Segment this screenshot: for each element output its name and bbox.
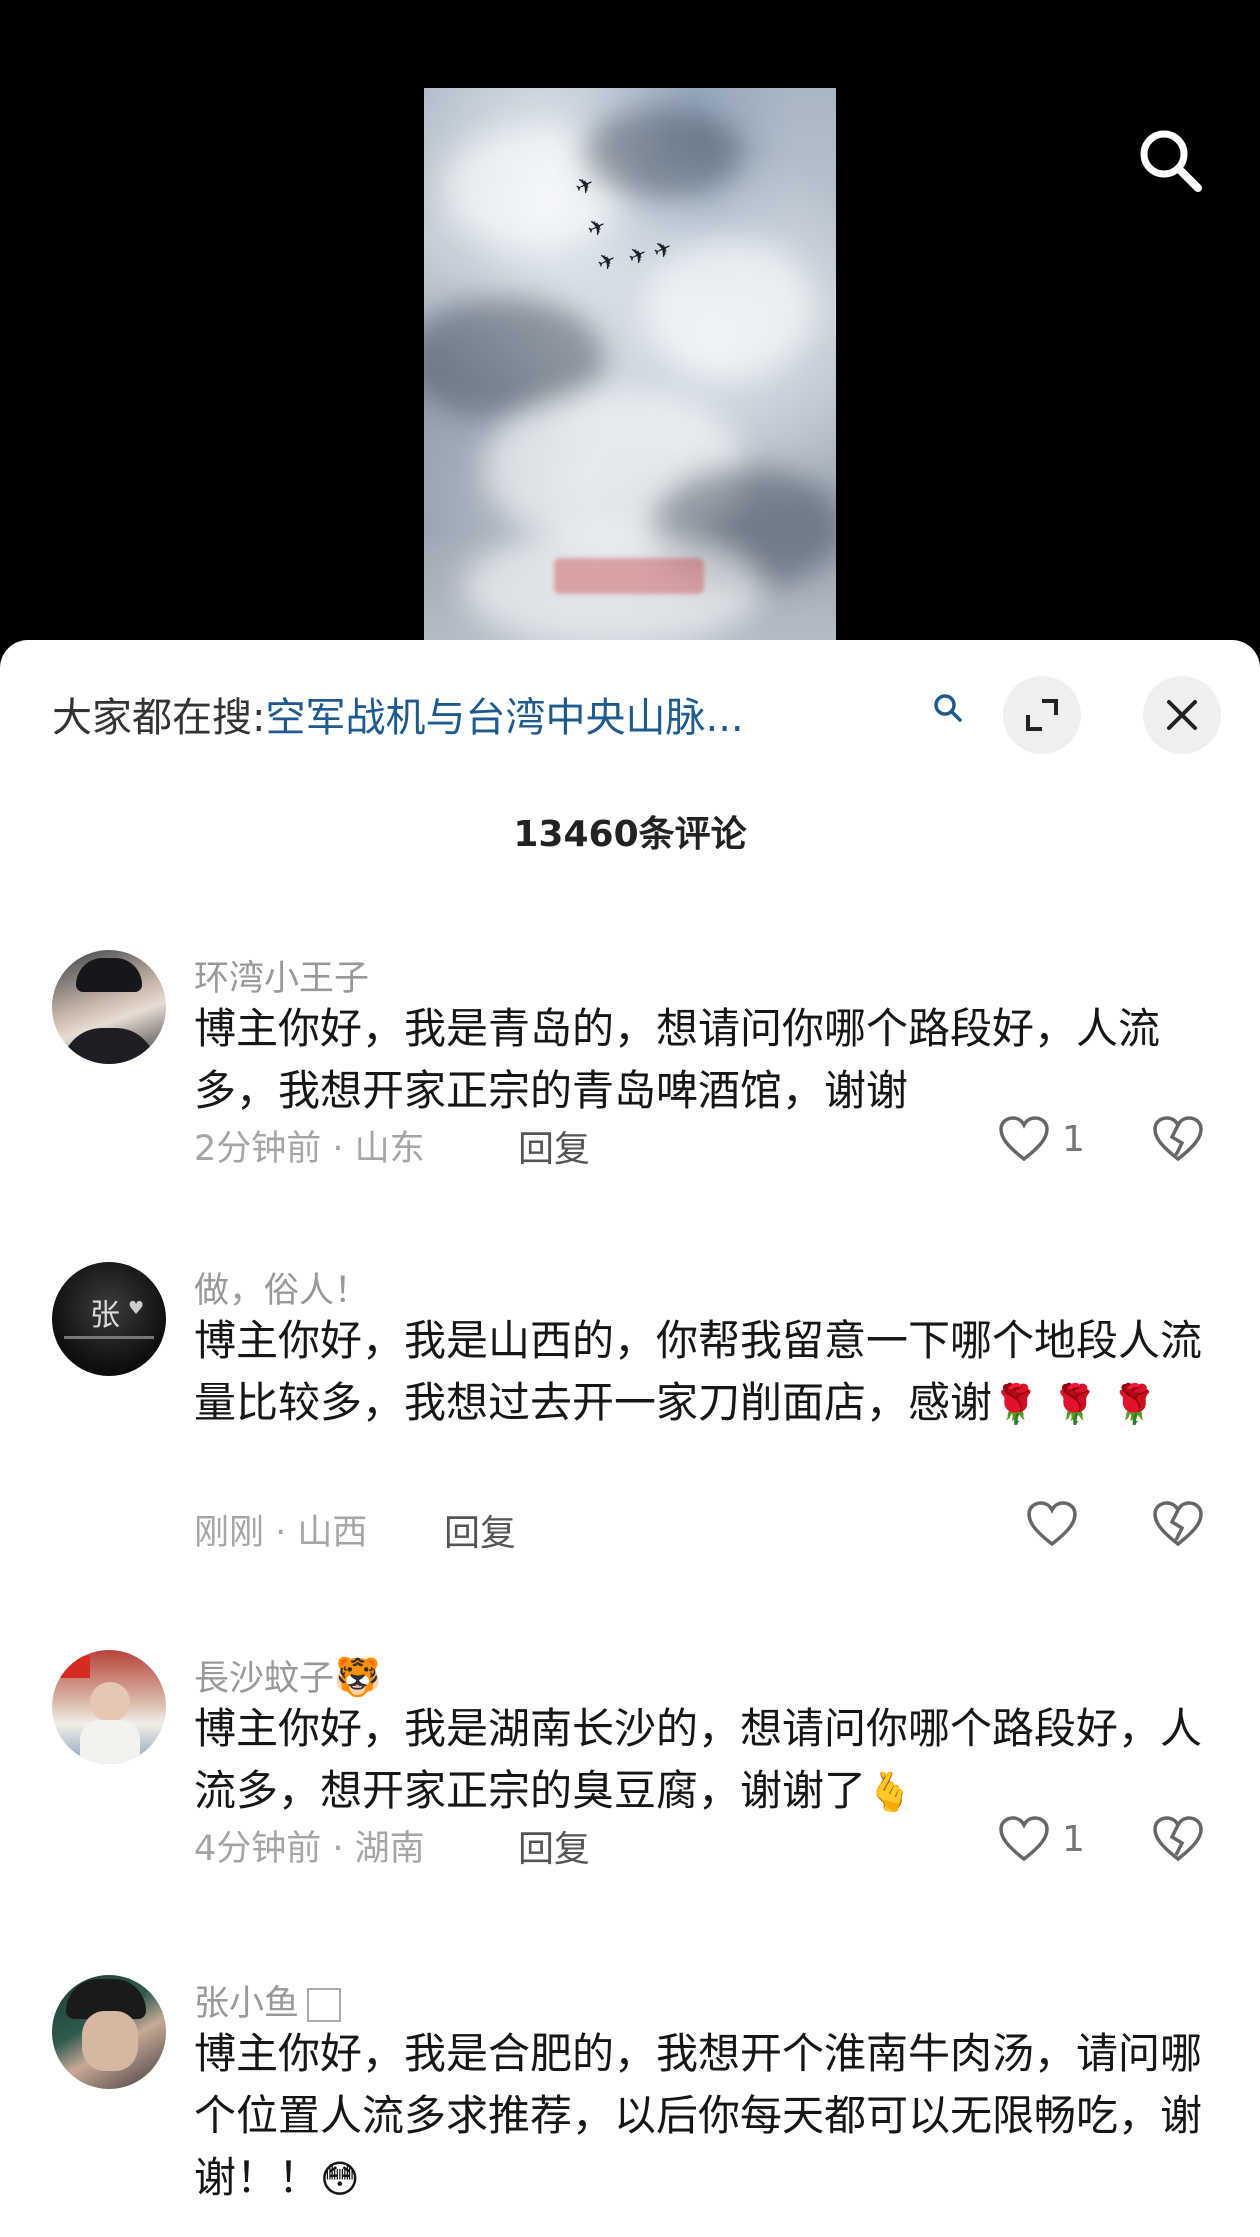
like-button[interactable]: 1 xyxy=(998,1115,1085,1163)
comment-text: 博主你好，我是青岛的，想请问你哪个路段好，人流多，我想开家正宗的青岛啤酒馆，谢谢 xyxy=(194,1004,1161,1115)
video-watermark xyxy=(554,558,704,594)
like-count: 1 xyxy=(1062,1118,1085,1160)
like-count: 1 xyxy=(1062,1818,1085,1860)
comment-text: 博主你好，我是湖南长沙的，想请问你哪个路段好，人流多，想开家正宗的臭豆腐，谢谢了… xyxy=(194,1704,1203,1815)
reply-button[interactable]: 回复 xyxy=(518,1120,590,1172)
expand-icon xyxy=(1026,699,1058,731)
comment-panel: 大家都在搜: 空军战机与台湾中央山脉... 13460条评论 环湾小王子 博主你… xyxy=(0,640,1260,2237)
comment-time-location: 刚刚 · 山西 xyxy=(194,1513,368,1553)
comment-username[interactable]: 長沙蚊子🐯 xyxy=(194,1650,381,1701)
like-button[interactable]: 1 xyxy=(998,1815,1085,1863)
expand-button[interactable] xyxy=(1003,676,1081,754)
reply-button[interactable]: 回复 xyxy=(444,1504,516,1556)
comment-username[interactable]: 张小鱼 xyxy=(194,1975,342,2026)
flag-icon xyxy=(60,1656,90,1678)
avatar[interactable] xyxy=(52,1975,166,2089)
broken-heart-icon xyxy=(1153,1501,1203,1547)
like-button[interactable] xyxy=(1026,1500,1090,1548)
search-icon xyxy=(1140,130,1202,192)
comment-text: 博主你好，我是合肥的，我想开个淮南牛肉汤，请问哪个位置人流多求推荐，以后你每天都… xyxy=(194,2029,1203,2202)
close-icon xyxy=(1167,700,1197,730)
trending-search-banner[interactable]: 大家都在搜: 空军战机与台湾中央山脉... xyxy=(52,680,952,748)
avatar[interactable] xyxy=(52,1650,166,1764)
close-button[interactable] xyxy=(1143,676,1221,754)
flushed-face-emoji: 😳 xyxy=(320,2157,360,2201)
avatar[interactable] xyxy=(52,950,166,1064)
trending-query-link[interactable]: 空军战机与台湾中央山脉... xyxy=(265,685,743,743)
finger-heart-emoji: 🫰 xyxy=(866,1770,914,1814)
comment-time-location: 2分钟前 · 山东 xyxy=(194,1129,425,1169)
heart-icon xyxy=(999,1116,1049,1162)
mini-search-icon[interactable] xyxy=(930,690,966,726)
tiger-emoji: 🐯 xyxy=(334,1655,382,1699)
trending-prefix: 大家都在搜: xyxy=(52,695,266,741)
comment-username[interactable]: 环湾小王子 xyxy=(194,950,369,1001)
heart-icon xyxy=(1027,1501,1077,1547)
avatar[interactable]: 张 ♥ xyxy=(52,1262,166,1376)
broken-heart-icon xyxy=(1153,1116,1203,1162)
badge-placeholder-icon xyxy=(307,1988,342,2022)
heart-icon: ♥ xyxy=(128,1298,145,1319)
dislike-button[interactable] xyxy=(1152,1500,1204,1552)
heart-icon xyxy=(999,1816,1049,1862)
reply-button[interactable]: 回复 xyxy=(518,1820,590,1872)
video-player[interactable]: ✈ ✈ ✈ ✈ ✈ xyxy=(0,0,1260,640)
jet-icon: ✈ xyxy=(624,241,652,272)
comment-count-title: 13460条评论 xyxy=(513,814,747,855)
comment-time-location: 4分钟前 · 湖南 xyxy=(194,1829,425,1869)
search-button[interactable] xyxy=(1130,120,1210,200)
broken-heart-icon xyxy=(1153,1816,1203,1862)
video-frame[interactable]: ✈ ✈ ✈ ✈ ✈ xyxy=(424,88,836,640)
dislike-button[interactable] xyxy=(1152,1815,1204,1867)
cloud xyxy=(584,108,744,198)
rose-emoji: 🌹 🌹 🌹 xyxy=(992,1382,1159,1426)
comment-text: 博主你好，我是山西的，你帮我留意一下哪个地段人流量比较多，我想过去开一家刀削面店… xyxy=(194,1316,1203,1427)
comment-username[interactable]: 做，俗人！ xyxy=(194,1262,369,1313)
dislike-button[interactable] xyxy=(1152,1115,1204,1167)
jet-icon: ✈ xyxy=(593,247,621,278)
avatar-text: 张 xyxy=(90,1298,120,1333)
